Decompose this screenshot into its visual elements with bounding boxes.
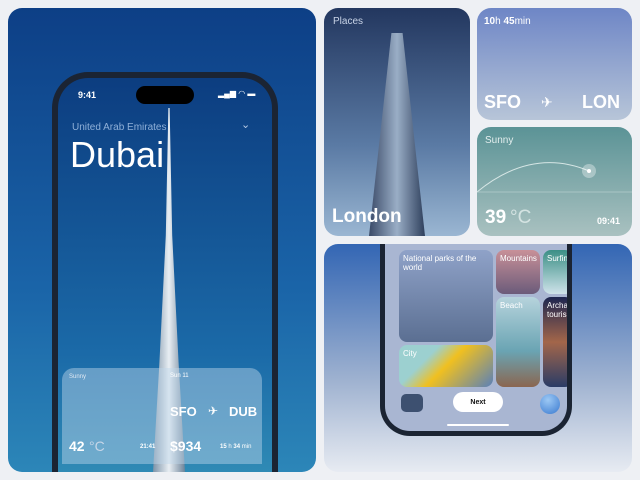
next-button[interactable]: Next bbox=[453, 392, 503, 412]
min-unit: min bbox=[241, 444, 252, 450]
thumbnail-stack[interactable] bbox=[401, 394, 423, 412]
tile-label: City bbox=[403, 349, 417, 358]
dubai-panel: 9:41 ▂▄▆ ◠ ▬ United Arab Emirates ⌄ Duba… bbox=[8, 8, 316, 472]
tile-label: Beach bbox=[500, 301, 523, 310]
temp-unit: °C bbox=[89, 438, 105, 454]
flight-card[interactable]: 10h 45min SFO ✈ LON bbox=[477, 8, 632, 120]
phone-mockup: 9:41 ▂▄▆ ◠ ▬ United Arab Emirates ⌄ Duba… bbox=[52, 72, 278, 472]
tile-beach[interactable]: Beach bbox=[496, 297, 540, 387]
place-city: London bbox=[332, 206, 402, 227]
weather-label: Sunny bbox=[69, 374, 87, 380]
tile-archaeo-tourism[interactable]: Archaeo tourism bbox=[543, 297, 572, 387]
home-indicator bbox=[447, 424, 509, 426]
hours: 10 bbox=[484, 16, 496, 27]
country-label: United Arab Emirates bbox=[72, 122, 167, 133]
tile-city[interactable]: City bbox=[399, 345, 493, 387]
weather-label: Sunny bbox=[485, 135, 514, 146]
weather-time: 09:41 bbox=[597, 216, 621, 226]
weather-time: 21:41 bbox=[140, 444, 156, 450]
flight-to: DUB bbox=[229, 404, 258, 419]
chevron-down-icon[interactable]: ⌄ bbox=[241, 118, 250, 131]
parks-panel: National parks of the world Mountains Su… bbox=[324, 244, 632, 472]
tile-label: Surfing bbox=[547, 254, 572, 263]
temperature: 42 bbox=[69, 438, 85, 454]
city-title: Dubai bbox=[70, 134, 165, 175]
duration-minutes: 34 bbox=[233, 444, 241, 450]
minutes: 45 bbox=[503, 16, 515, 27]
h-unit: h bbox=[495, 16, 501, 27]
avatar-button[interactable] bbox=[540, 394, 560, 414]
tile-mountains[interactable]: Mountains bbox=[496, 250, 540, 294]
flight-date: Sun 11 bbox=[170, 373, 189, 379]
tile-label: Archaeo tourism bbox=[547, 301, 572, 319]
flight-price: $934 bbox=[170, 438, 202, 454]
airplane-icon: ✈ bbox=[541, 94, 553, 110]
flight-from: SFO bbox=[484, 92, 522, 112]
dynamic-island bbox=[136, 86, 194, 104]
places-card[interactable]: Places London bbox=[324, 8, 470, 236]
tile-national-parks[interactable]: National parks of the world bbox=[399, 250, 493, 342]
flight-to: LON bbox=[582, 92, 620, 112]
places-label: Places bbox=[333, 16, 364, 27]
tile-surfing[interactable]: Surfing bbox=[543, 250, 572, 294]
status-icons: ▂▄▆ ◠ ▬ bbox=[218, 89, 256, 98]
h-unit: h bbox=[228, 444, 232, 450]
airplane-icon: ✈ bbox=[208, 404, 219, 418]
temperature: 39 bbox=[485, 207, 507, 228]
temp-unit: °C bbox=[510, 207, 532, 228]
flight-from: SFO bbox=[170, 404, 197, 419]
sun-arc bbox=[477, 162, 632, 193]
min-unit: min bbox=[514, 16, 531, 27]
tile-label: National parks of the world bbox=[403, 254, 477, 272]
status-time: 9:41 bbox=[78, 90, 97, 100]
phone-mockup: National parks of the world Mountains Su… bbox=[380, 244, 572, 436]
dubai-widget[interactable]: Sunny 42 °C 21:41 Sun 11 SFO ✈ DUB $934 … bbox=[62, 368, 262, 464]
duration-hours: 15 bbox=[220, 444, 227, 450]
tile-label: Mountains bbox=[500, 254, 537, 263]
weather-card[interactable]: Sunny 39 °C 09:41 bbox=[477, 127, 632, 236]
